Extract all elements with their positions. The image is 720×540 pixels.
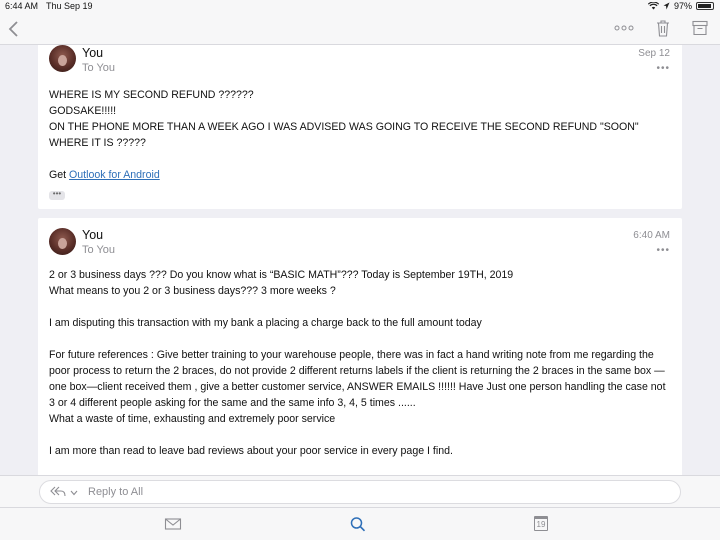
reply-all-icon[interactable] (50, 485, 66, 497)
recipient-line[interactable]: To You (82, 244, 115, 256)
message-body: WHERE IS MY SECOND REFUND ?????? GODSAKE… (49, 87, 674, 183)
message-body: 2 or 3 business days ??? Do you know wha… (49, 267, 674, 459)
location-icon (663, 2, 670, 10)
body-paragraph: 2 or 3 business days ??? Do you know wha… (49, 269, 514, 281)
sender-name: You (82, 228, 104, 242)
show-quoted-button[interactable]: ••• (49, 190, 65, 200)
message-date: Sep 12 (638, 48, 670, 59)
battery-icon (696, 2, 714, 10)
body-line: ON THE PHONE MORE THAN A WEEK AGO I WAS … (49, 121, 639, 133)
avatar (49, 228, 76, 255)
tab-bar: 19 (0, 507, 720, 540)
sender-name: You (82, 46, 104, 60)
calendar-day: 19 (536, 520, 546, 529)
message-more-button[interactable]: ••• (656, 245, 670, 256)
message-thread: You To You Sep 12 ••• WHERE IS MY SECOND… (0, 45, 720, 475)
chevron-left-icon[interactable] (8, 20, 20, 38)
reply-bar: Reply to All (0, 475, 720, 507)
message-card[interactable]: You To You 6:40 AM ••• 2 or 3 business d… (38, 218, 682, 475)
body-paragraph: I am disputing this transaction with my … (49, 317, 482, 329)
status-date: Thu Sep 19 (46, 1, 93, 11)
archive-icon[interactable] (692, 20, 708, 36)
battery-percent: 97% (673, 1, 692, 11)
recipient-line[interactable]: To You (82, 62, 115, 74)
body-paragraph: For future references : Give better trai… (49, 349, 666, 409)
trash-icon[interactable] (656, 19, 670, 37)
chevron-down-icon[interactable] (70, 490, 78, 496)
body-line: WHERE IT IS ????? (49, 137, 146, 149)
body-paragraph: I am more than read to leave bad reviews… (49, 445, 453, 457)
outlook-android-link[interactable]: Outlook for Android (69, 169, 160, 181)
body-paragraph: What means to you 2 or 3 business days??… (49, 285, 336, 297)
message-date: 6:40 AM (633, 230, 670, 241)
body-paragraph: What a waste of time, exhausting and ext… (49, 413, 336, 425)
ellipsis-icon[interactable] (614, 25, 634, 31)
reply-all-label: Reply to All (88, 486, 144, 498)
signature: Get Outlook for Android (49, 167, 674, 183)
wifi-icon (647, 2, 659, 10)
message-more-button[interactable]: ••• (656, 63, 670, 74)
calendar-icon[interactable]: 19 (534, 516, 548, 531)
signature-prefix: Get (49, 169, 70, 181)
message-card[interactable]: You To You Sep 12 ••• WHERE IS MY SECOND… (38, 45, 682, 209)
status-bar: 6:44 AM Thu Sep 19 97% (0, 0, 720, 14)
reply-all-field[interactable]: Reply to All (39, 480, 681, 504)
body-line: WHERE IS MY SECOND REFUND ?????? (49, 89, 254, 101)
mail-icon[interactable] (164, 516, 182, 532)
nav-bar (0, 14, 720, 45)
status-time: 6:44 AM (5, 1, 39, 11)
search-icon[interactable] (349, 516, 367, 532)
avatar (49, 45, 76, 72)
body-line: GODSAKE!!!!! (49, 105, 117, 117)
